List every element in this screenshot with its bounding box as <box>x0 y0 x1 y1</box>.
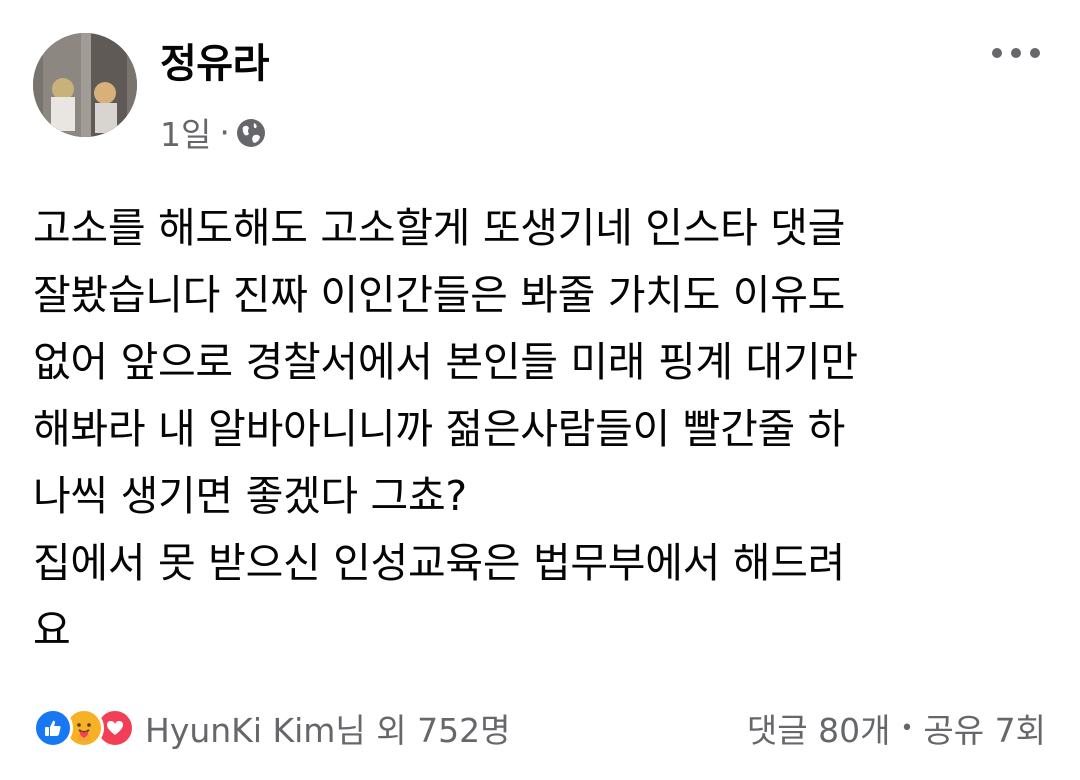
like-icon <box>33 708 73 748</box>
post-line: 집에서 못 받으신 인성교육은 법무부에서 해드려 <box>33 539 846 587</box>
comments-count[interactable]: 댓글 80개 <box>747 704 891 752</box>
more-options-button[interactable] <box>992 40 1040 66</box>
reactions-summary[interactable]: HyunKi Kim님 외 752명 <box>33 704 510 752</box>
stats-bullet: • <box>900 715 914 741</box>
reaction-icons <box>33 708 135 748</box>
author-avatar[interactable] <box>33 33 137 137</box>
avatar-photo <box>33 33 137 137</box>
author-name[interactable]: 정유라 <box>160 34 269 94</box>
more-dot-icon <box>1030 48 1040 58</box>
post-line: 나씩 생기면 좋겠다 그쵸? <box>33 472 467 520</box>
post-stats: 댓글 80개 • 공유 7회 <box>747 704 1046 752</box>
more-dot-icon <box>992 48 1002 58</box>
reactions-text: HyunKi Kim님 외 752명 <box>145 711 511 750</box>
globe-icon <box>236 117 266 147</box>
post-footer: HyunKi Kim님 외 752명 댓글 80개 • 공유 7회 <box>33 700 1046 756</box>
post-line: 없어 앞으로 경찰서에서 본인들 미래 핑계 대기만 <box>33 338 858 386</box>
shares-count[interactable]: 공유 7회 <box>923 704 1046 752</box>
post-line: 잘봤습니다 진짜 이인간들은 봐줄 가치도 이유도 <box>33 271 846 319</box>
more-dot-icon <box>1011 48 1021 58</box>
post-body: 고소를 해도해도 고소할게 또생기네 인스타 댓글 잘봤습니다 진짜 이인간들은… <box>33 195 1043 664</box>
post-line: 해봐라 내 알바아니니까 젊은사람들이 빨간줄 하 <box>33 405 846 453</box>
post-time[interactable]: 1일 <box>160 108 211 156</box>
post-line: 요 <box>33 606 71 654</box>
meta-separator: · <box>219 112 230 152</box>
post-line: 고소를 해도해도 고소할게 또생기네 인스타 댓글 <box>33 204 846 252</box>
post-meta: 1일 · <box>160 110 266 154</box>
